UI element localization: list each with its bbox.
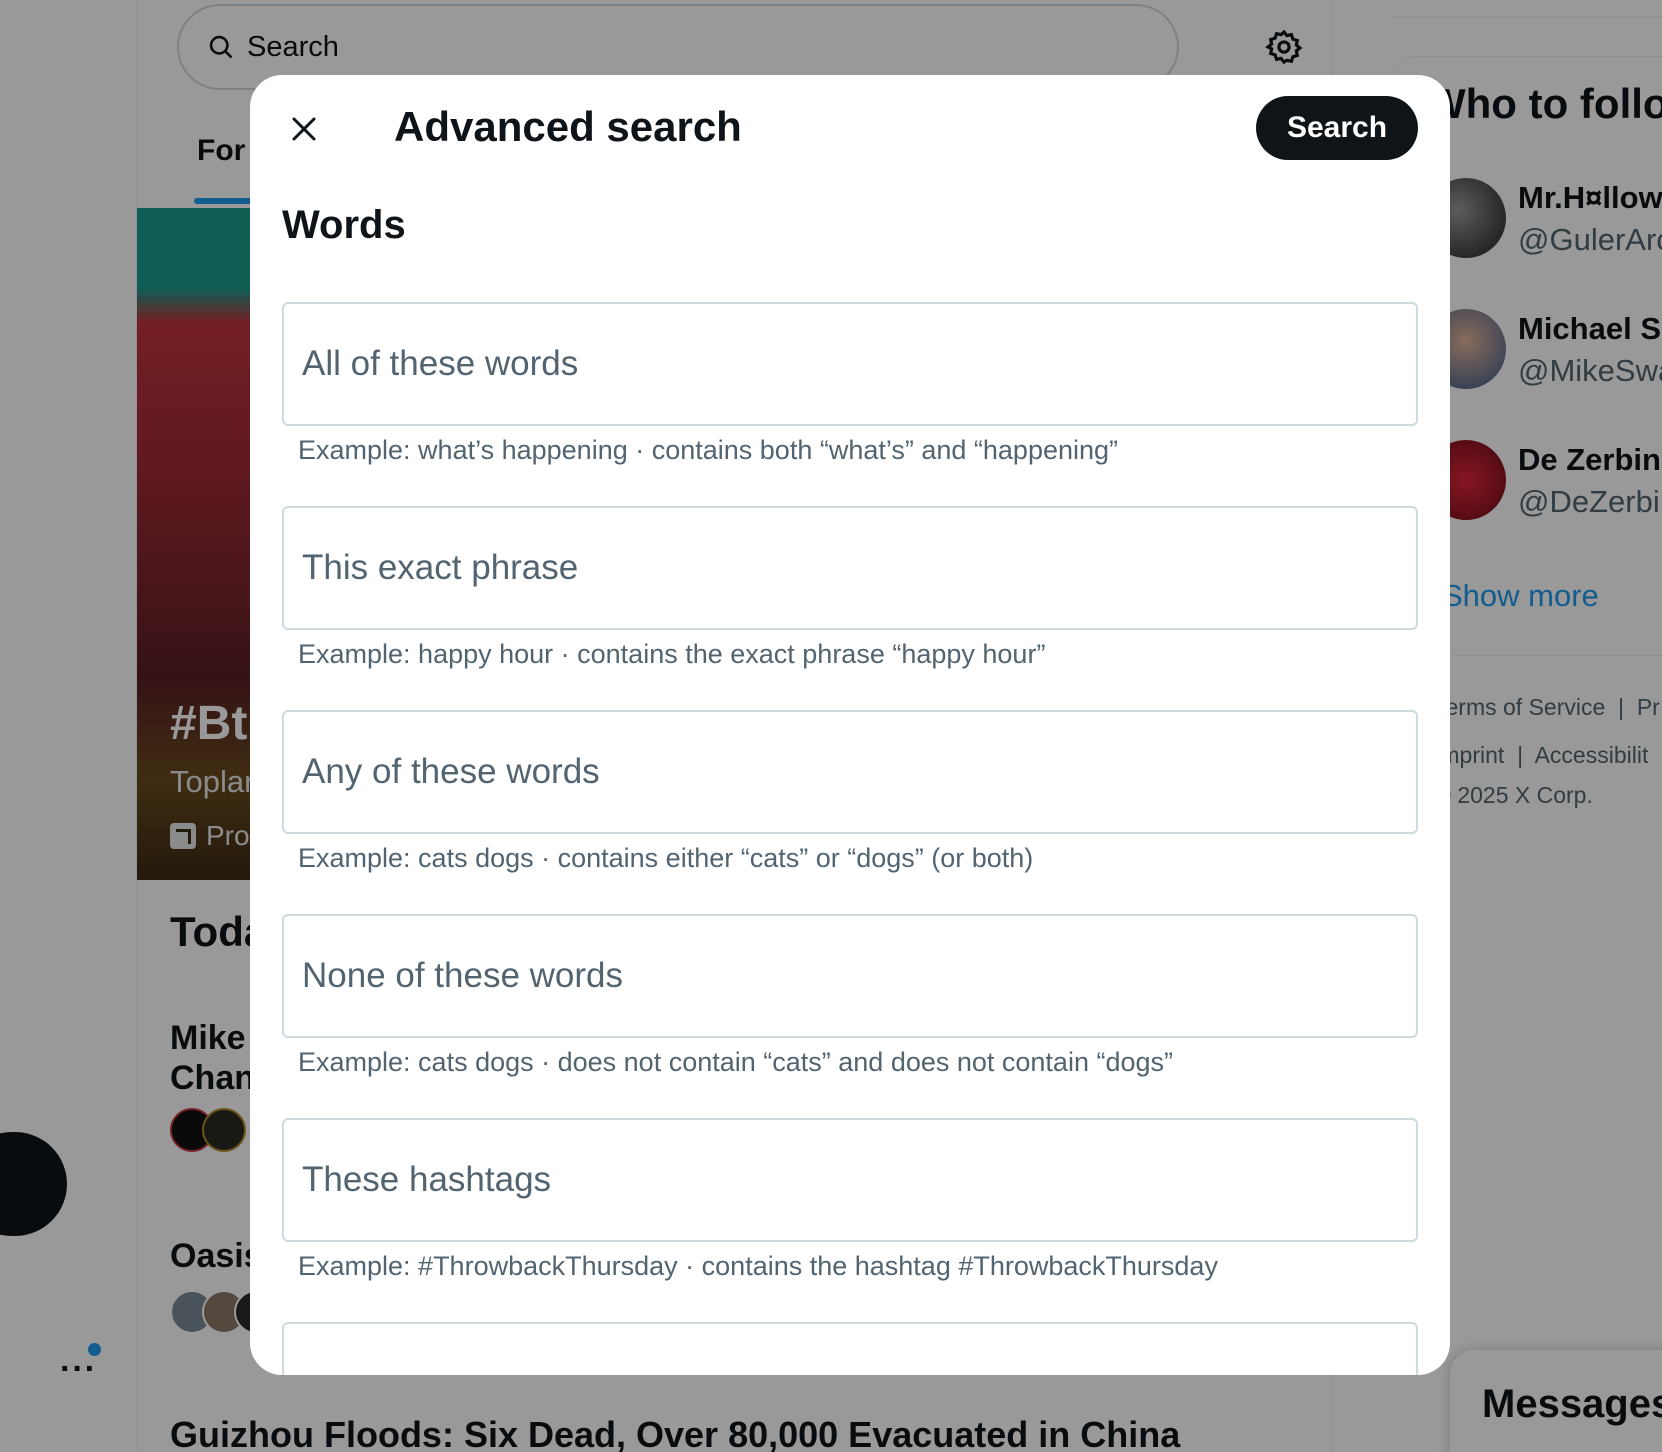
field-hint: Example: cats dogs · contains either “ca… xyxy=(298,843,1034,873)
hashtags-field[interactable] xyxy=(282,1118,1418,1242)
field-hint: Example: #ThrowbackThursday · contains t… xyxy=(298,1251,1218,1281)
close-button[interactable] xyxy=(280,105,328,153)
all-words-field[interactable] xyxy=(282,302,1418,426)
exact-phrase-input[interactable] xyxy=(284,508,1416,628)
advanced-search-dialog: Advanced search Search Words Example: wh… xyxy=(250,75,1450,1375)
none-words-field[interactable] xyxy=(282,914,1418,1038)
exact-phrase-field[interactable] xyxy=(282,506,1418,630)
hashtags-input[interactable] xyxy=(284,1120,1416,1240)
field-hint: Example: happy hour · contains the exact… xyxy=(298,639,1046,669)
search-button[interactable]: Search xyxy=(1256,96,1418,160)
close-icon xyxy=(292,117,316,141)
section-title-words: Words xyxy=(282,203,406,247)
dialog-title: Advanced search xyxy=(394,103,742,150)
field-hint: Example: cats dogs · does not contain “c… xyxy=(298,1047,1173,1077)
any-words-input[interactable] xyxy=(284,712,1416,832)
none-words-input[interactable] xyxy=(284,916,1416,1036)
any-words-field[interactable] xyxy=(282,710,1418,834)
all-words-input[interactable] xyxy=(284,304,1416,424)
field-hint: Example: what’s happening · contains bot… xyxy=(298,435,1119,465)
next-field[interactable] xyxy=(282,1322,1418,1375)
